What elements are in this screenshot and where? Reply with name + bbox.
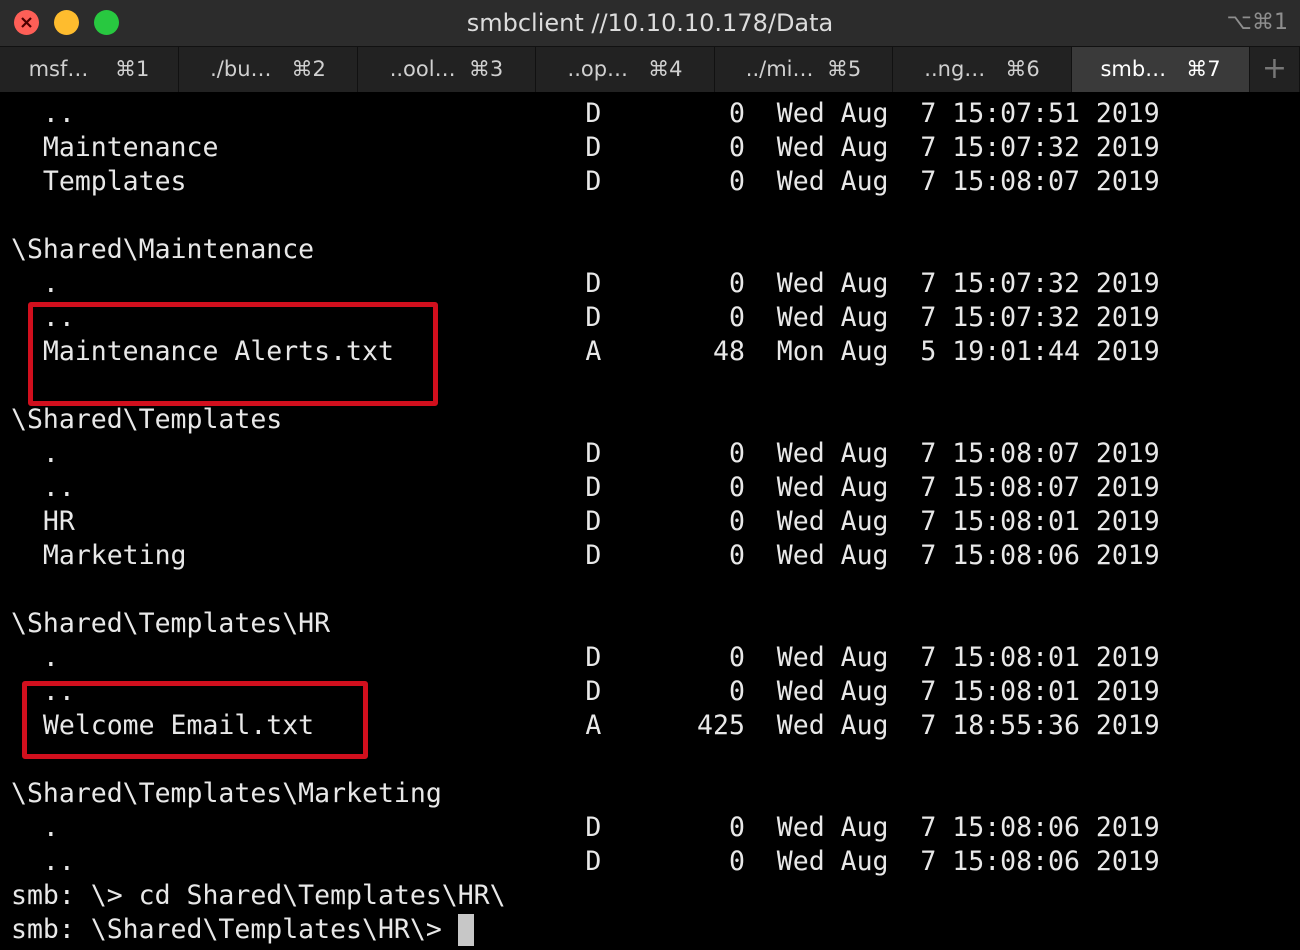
terminal-line: . D 0 Wed Aug 7 15:07:32 2019 [11, 268, 1160, 299]
terminal-line: .. D 0 Wed Aug 7 15:07:51 2019 [11, 98, 1160, 129]
terminal-line: . D 0 Wed Aug 7 15:08:07 2019 [11, 438, 1160, 469]
terminal-window: smbclient //10.10.10.178/Data ⌥⌘1 msf… ⌘… [0, 0, 1300, 950]
terminal-line: . D 0 Wed Aug 7 15:08:06 2019 [11, 812, 1160, 843]
terminal-line: HR D 0 Wed Aug 7 15:08:01 2019 [11, 506, 1160, 537]
terminal-line: \Shared\Templates [11, 404, 283, 435]
terminal-line: Marketing D 0 Wed Aug 7 15:08:06 2019 [11, 540, 1160, 571]
tab-label: smb… ⌘7 [1100, 57, 1221, 81]
terminal-output[interactable]: .. D 0 Wed Aug 7 15:07:51 2019 Maintenan… [0, 92, 1300, 950]
terminal-line: Maintenance D 0 Wed Aug 7 15:07:32 2019 [11, 132, 1160, 163]
tab-label: ..ool… ⌘3 [389, 57, 504, 81]
tab-label: msf… ⌘1 [28, 57, 150, 81]
tab-label: ./bu… ⌘2 [210, 57, 326, 81]
window-title: smbclient //10.10.10.178/Data [466, 9, 834, 37]
highlight-box-welcome-email [22, 681, 368, 759]
terminal-line: \Shared\Templates\Marketing [11, 778, 442, 809]
terminal-line: \Shared\Templates\HR [11, 608, 331, 639]
tab-6[interactable]: ..ng… ⌘6 [893, 47, 1072, 93]
terminal-line: .. D 0 Wed Aug 7 15:08:07 2019 [11, 472, 1160, 503]
tab-label: ..op… ⌘4 [567, 57, 683, 81]
terminal-prompt-line: smb: \Shared\Templates\HR\> [11, 914, 458, 945]
tab-7-active[interactable]: smb… ⌘7 [1072, 47, 1250, 93]
terminal-line: . D 0 Wed Aug 7 15:08:01 2019 [11, 642, 1160, 673]
tab-label: ../mi… ⌘5 [745, 57, 862, 81]
new-tab-button[interactable]: + [1250, 47, 1300, 93]
tab-label: ..ng… ⌘6 [924, 57, 1040, 81]
window-shortcut: ⌥⌘1 [1226, 10, 1288, 35]
terminal-line: .. D 0 Wed Aug 7 15:08:06 2019 [11, 846, 1160, 877]
terminal-line: \Shared\Maintenance [11, 234, 315, 265]
tab-1[interactable]: msf… ⌘1 [0, 47, 179, 93]
tab-bar: msf… ⌘1 ./bu… ⌘2 ..ool… ⌘3 ..op… ⌘4 ../m… [0, 46, 1300, 93]
tab-5[interactable]: ../mi… ⌘5 [715, 47, 893, 93]
plus-icon: + [1261, 51, 1288, 86]
tab-3[interactable]: ..ool… ⌘3 [358, 47, 536, 93]
terminal-line: smb: \> cd Shared\Templates\HR\ [11, 880, 506, 911]
tab-2[interactable]: ./bu… ⌘2 [179, 47, 358, 93]
tab-4[interactable]: ..op… ⌘4 [536, 47, 715, 93]
terminal-line: Templates D 0 Wed Aug 7 15:08:07 2019 [11, 166, 1160, 197]
title-bar[interactable]: smbclient //10.10.10.178/Data ⌥⌘1 [0, 0, 1300, 46]
highlight-box-maintenance-alerts [28, 302, 438, 406]
terminal-cursor [458, 914, 474, 946]
